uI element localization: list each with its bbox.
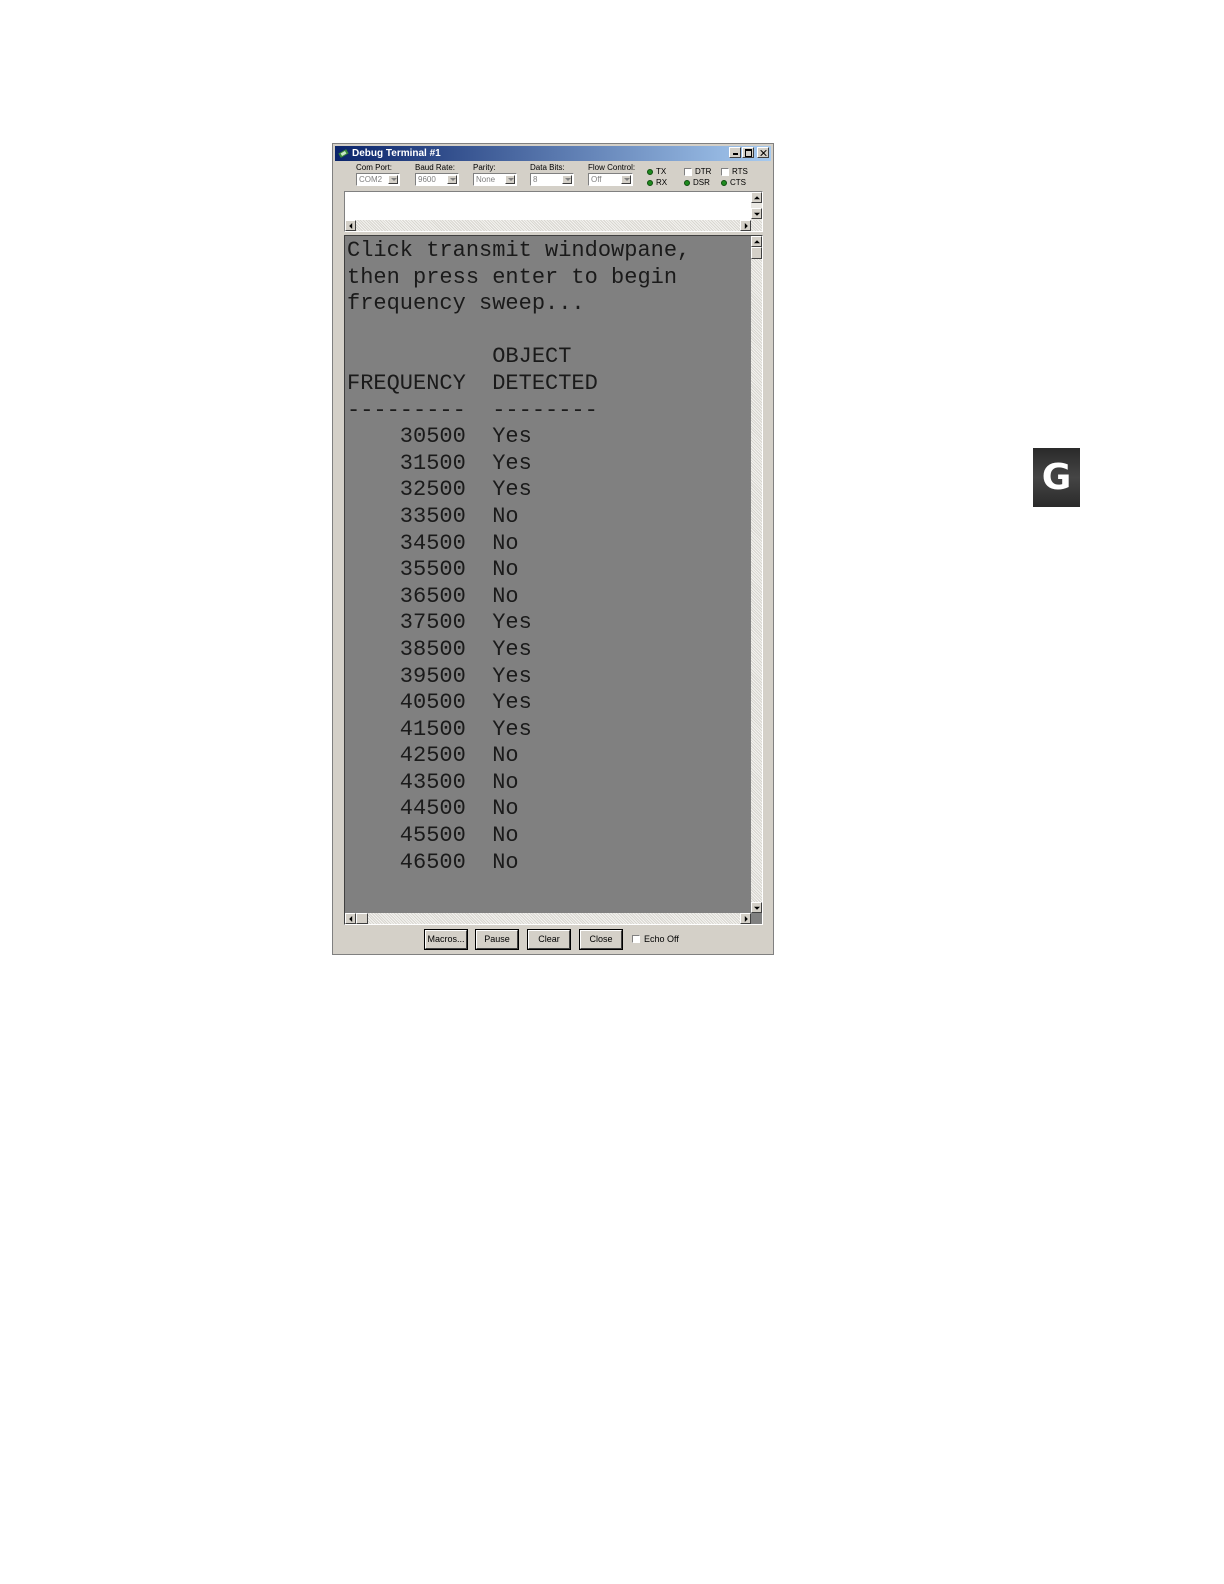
transmit-pane[interactable] (344, 191, 763, 232)
chapter-tab: G (1033, 448, 1080, 507)
dtr-label: DTR (695, 167, 712, 176)
chevron-down-icon[interactable] (388, 175, 398, 184)
data-bits-label: Data Bits: (530, 163, 565, 172)
baud-rate-label: Baud Rate: (415, 163, 456, 172)
dsr-led-icon (684, 179, 690, 186)
scroll-left-button[interactable] (345, 913, 356, 924)
checkbox-icon[interactable] (684, 167, 692, 176)
scroll-up-button[interactable] (751, 236, 762, 247)
baud-rate-select[interactable]: 9600 (415, 173, 459, 186)
baud-rate-field: Baud Rate: 9600 (415, 163, 459, 186)
com-port-field: Com Port: COM2 (356, 163, 400, 186)
receive-vertical-scrollbar[interactable] (751, 236, 762, 913)
transmit-vertical-scrollbar[interactable] (751, 192, 762, 220)
pause-button[interactable]: Pause (475, 929, 519, 950)
checkbox-icon[interactable] (632, 935, 640, 943)
parity-label: Parity: (473, 163, 496, 172)
dtr-checkbox[interactable]: DTR (684, 167, 711, 176)
chevron-down-icon[interactable] (505, 175, 515, 184)
app-icon (338, 149, 349, 158)
baud-rate-value: 9600 (418, 175, 436, 184)
tx-label: TX (656, 167, 667, 176)
title-bar[interactable]: Debug Terminal #1 (335, 146, 771, 161)
receive-horizontal-scrollbar[interactable] (345, 913, 751, 924)
scroll-left-button[interactable] (345, 220, 356, 231)
rx-label: RX (656, 178, 668, 187)
cts-indicator: CTS (721, 178, 746, 187)
rts-checkbox[interactable]: RTS (721, 167, 748, 176)
flow-control-select[interactable]: Off (588, 173, 633, 186)
port-settings: Com Port: COM2 Baud Rate: 9600 Parity: N… (333, 163, 773, 191)
tx-indicator: TX (647, 167, 666, 176)
receive-text: Click transmit windowpane, then press en… (347, 238, 691, 875)
scroll-thumb[interactable] (751, 247, 762, 259)
com-port-label: Com Port: (356, 163, 393, 172)
cts-led-icon (721, 179, 727, 186)
scroll-down-button[interactable] (751, 902, 762, 913)
com-port-value: COM2 (359, 175, 383, 184)
minimize-button[interactable] (729, 147, 741, 158)
close-button[interactable]: Close (579, 929, 623, 950)
chevron-down-icon[interactable] (447, 175, 457, 184)
scroll-up-button[interactable] (751, 192, 762, 203)
macros-button[interactable]: Macros... (424, 929, 468, 950)
close-window-button[interactable] (757, 147, 769, 158)
dsr-indicator: DSR (684, 178, 710, 187)
data-bits-select[interactable]: 8 (530, 173, 574, 186)
window-title: Debug Terminal #1 (352, 148, 441, 159)
data-bits-value: 8 (533, 175, 538, 184)
debug-terminal-window: Debug Terminal #1 Com Port: COM2 Baud Ra… (332, 143, 774, 955)
clear-button[interactable]: Clear (527, 929, 571, 950)
echo-off-checkbox[interactable]: Echo Off (632, 934, 679, 944)
chevron-down-icon[interactable] (562, 175, 572, 184)
com-port-select[interactable]: COM2 (356, 173, 400, 186)
echo-off-label: Echo Off (644, 934, 679, 944)
parity-value: None (476, 175, 496, 184)
scroll-right-button[interactable] (740, 220, 751, 231)
scroll-thumb[interactable] (356, 913, 368, 924)
checkbox-icon[interactable] (721, 167, 729, 176)
transmit-horizontal-scrollbar[interactable] (345, 220, 762, 231)
cts-label: CTS (730, 178, 746, 187)
flow-control-value: Off (591, 175, 602, 184)
chevron-down-icon[interactable] (621, 175, 631, 184)
tx-led-icon (647, 168, 653, 175)
receive-pane[interactable]: Click transmit windowpane, then press en… (344, 235, 763, 925)
rx-indicator: RX (647, 178, 667, 187)
data-bits-field: Data Bits: 8 (530, 163, 574, 186)
maximize-button[interactable] (742, 147, 754, 158)
rx-led-icon (647, 179, 653, 186)
button-bar: Macros... Pause Clear Close Echo Off (333, 929, 773, 950)
flow-control-field: Flow Control: Off (588, 163, 636, 186)
parity-field: Parity: None (473, 163, 517, 186)
rts-label: RTS (732, 167, 748, 176)
parity-select[interactable]: None (473, 173, 517, 186)
flow-control-label: Flow Control: (588, 163, 636, 172)
scroll-down-button[interactable] (751, 208, 762, 219)
dsr-label: DSR (693, 178, 710, 187)
scroll-right-button[interactable] (740, 913, 751, 924)
